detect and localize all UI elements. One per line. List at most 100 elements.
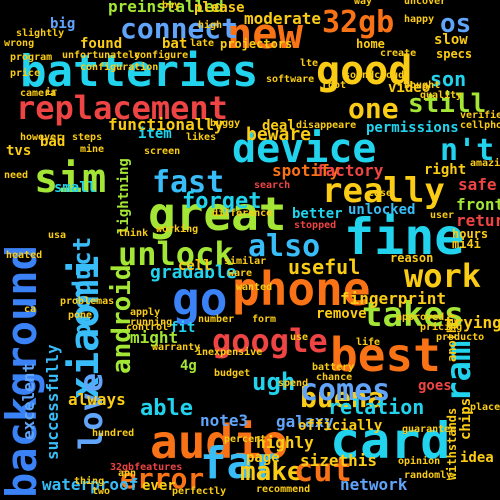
word-projectors: projectors	[220, 37, 292, 51]
word-wanted: wanted	[236, 282, 272, 293]
word-configuration: configuration	[80, 61, 158, 73]
word-guarantee: guarantee	[402, 424, 456, 435]
word-cloud-canvas: batteriesnewgood32gb osreplacementdevicec…	[0, 0, 500, 498]
word-problemas: problemas	[60, 296, 114, 307]
word-apn: apn	[118, 468, 136, 479]
word-successfully: successfully	[43, 344, 62, 460]
word-useful: useful	[288, 255, 360, 279]
word-budget: budget	[214, 368, 250, 379]
word-perfectly: perfectly	[172, 486, 226, 497]
word-item: item	[138, 126, 172, 142]
word-pone: pone	[68, 310, 92, 321]
word-two: two	[92, 486, 110, 497]
word-percent: percent	[224, 434, 266, 445]
word-fit: fit	[170, 320, 195, 336]
word-tvs: tvs	[6, 143, 31, 159]
word-right: right	[424, 162, 466, 178]
word-inexpensive: inexpensive	[196, 346, 262, 358]
word-high: high	[198, 19, 222, 31]
word-4g: 4g	[180, 358, 197, 374]
word-moderate: moderate	[244, 9, 321, 28]
word-remove: remove	[316, 306, 367, 322]
word-spend: spend	[278, 378, 308, 389]
word-wrong: wrong	[4, 38, 34, 49]
word-unfortunately: unfortunately	[62, 50, 140, 61]
word-withstands: withstands	[445, 408, 459, 480]
word-chance: chance	[316, 372, 352, 383]
word-life: life	[356, 336, 380, 348]
word-screen: screen	[144, 146, 180, 157]
word-use: use	[290, 332, 308, 343]
word-steps: steps	[72, 132, 102, 143]
word-ca: ca	[24, 304, 36, 315]
word-similar: similar	[224, 255, 266, 267]
word-number: number	[198, 314, 234, 325]
word-please: please	[194, 0, 245, 16]
word-excelent: excelent	[19, 363, 38, 440]
word-hundred: hundred	[92, 428, 134, 439]
word-heated: heated	[6, 250, 42, 261]
word-always: always	[68, 390, 126, 409]
word-producto: producto	[436, 332, 484, 343]
word-opinion: opinion	[398, 455, 440, 467]
word-cell: cell	[178, 258, 212, 274]
word-page: page	[246, 450, 280, 466]
word-ware: ware	[228, 268, 252, 279]
word-think: think	[118, 227, 148, 239]
word-create: create	[380, 48, 416, 59]
word-reason: reason	[390, 251, 433, 265]
word-factory: factory	[316, 161, 384, 180]
word-case: case	[368, 188, 392, 199]
word-usa: usa	[48, 230, 66, 241]
word-quality: quality	[420, 89, 462, 101]
word-deal: deal	[262, 118, 296, 134]
word-uncover: uncover	[404, 0, 446, 7]
word-battery: battery	[312, 362, 354, 373]
word-32gb: 32gb	[322, 5, 394, 40]
word-recommend: recommend	[256, 484, 310, 495]
word-buy: buy	[162, 0, 180, 11]
word-officially: officially	[298, 418, 383, 434]
word-mi4i: mi4i	[452, 237, 481, 251]
word-warranty: warranty	[152, 342, 200, 353]
word-note3: note3	[200, 411, 248, 430]
word-control: control	[126, 322, 168, 333]
word-small: small	[54, 180, 96, 196]
word-buggy: buggy	[210, 118, 240, 129]
word-late: late	[190, 38, 214, 49]
word-price: price	[10, 67, 40, 79]
word-configure: configure	[134, 49, 188, 61]
word-difference: difference	[212, 207, 272, 219]
word-soundcloud: soundcloud	[344, 70, 404, 81]
word-ir: ir	[45, 86, 57, 98]
word-specs: specs	[436, 47, 472, 61]
word-stopped: stopped	[294, 220, 336, 231]
word-user: user	[430, 210, 454, 221]
word-root: root	[322, 80, 346, 91]
word-mine: mine	[80, 143, 104, 155]
word-happy: happy	[404, 14, 434, 25]
word-lightning: lightning	[116, 158, 132, 234]
word-sizethis: sizethis	[300, 451, 377, 470]
word-search: search	[254, 180, 290, 191]
word-however: however	[20, 132, 62, 143]
word-likes: likes	[186, 131, 216, 143]
word-working: working	[156, 223, 198, 235]
word-verified: verified	[460, 109, 500, 121]
word-need: need	[4, 170, 28, 181]
word-slow: slow	[434, 32, 468, 48]
word-network: network	[340, 475, 408, 494]
word-goes: goes	[418, 378, 452, 394]
word-lte: lte	[300, 58, 318, 69]
word-software: software	[266, 74, 314, 85]
word-another: another	[445, 311, 459, 362]
word-thing: thing	[74, 475, 104, 487]
word-ever: ever	[142, 478, 176, 494]
word-cloud: batteries new good 32gb os replacement device c…	[0, 0, 500, 500]
word-cellphone: cellphone	[460, 120, 500, 131]
word-relation: relation	[328, 395, 424, 419]
word-idea: idea	[460, 450, 494, 466]
word-unlocked: unlocked	[348, 202, 415, 218]
word-disappeare: disappeare	[296, 119, 356, 131]
word-able: able	[140, 396, 193, 421]
